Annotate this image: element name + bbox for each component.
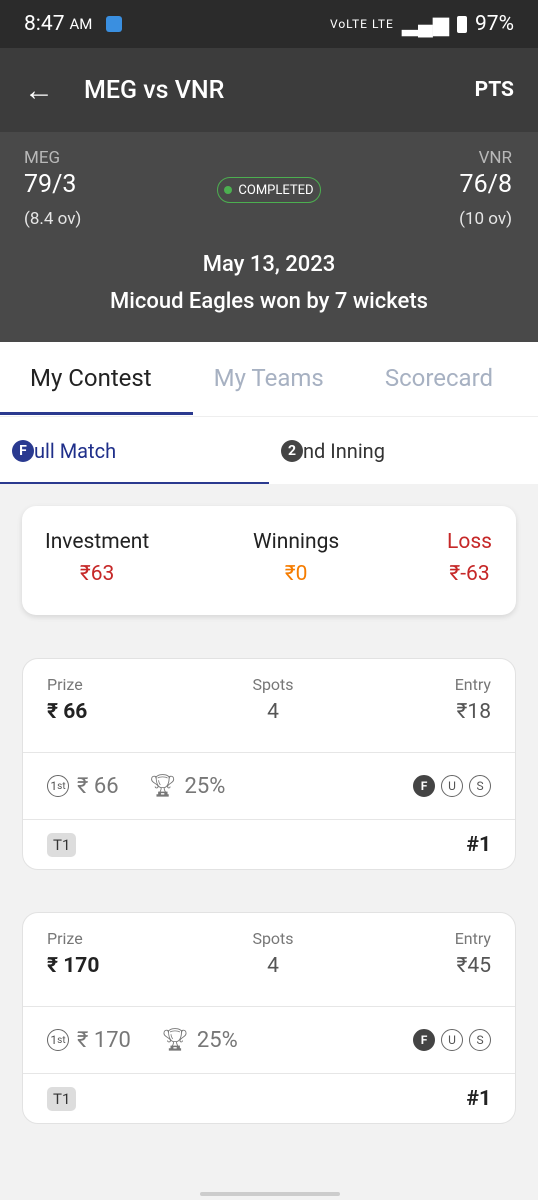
first-prize-icon: 1st: [47, 1029, 69, 1051]
team1-runs: 79/3: [24, 170, 77, 199]
app-bar: ← MEG vs VNR PTS: [0, 48, 538, 132]
single-entry-icon: S: [469, 775, 491, 797]
spots-value: 4: [267, 700, 279, 724]
app-notification-icon: [106, 16, 123, 32]
contest-details: 1st ₹ 170 🏆︎ 25% F U S: [23, 1006, 515, 1074]
match-result: Micoud Eagles won by 7 wickets: [110, 289, 428, 314]
clock-ampm: AM: [69, 15, 93, 33]
subtab-label: nd Inning: [303, 438, 385, 463]
team-badge: T1: [47, 1087, 77, 1111]
pts-button[interactable]: PTS: [475, 78, 514, 102]
first-prize-value: ₹ 66: [77, 773, 119, 799]
winners-percent: 25%: [184, 773, 226, 799]
match-scoreboard: MEG 79/3 (8.4 ov) VNR 76/8 (10 ov) COMPL…: [0, 132, 538, 342]
winners-percent: 25%: [196, 1027, 238, 1053]
team1-name: MEG: [24, 148, 61, 168]
entry-value: ₹45: [456, 954, 491, 978]
status-bar: 8:47 AM VoLTE LTE ▂▄▆ 97%: [0, 0, 538, 48]
trophy-icon: 🏆︎: [148, 773, 177, 799]
gesture-bar: [200, 1192, 340, 1196]
team2-name: VNR: [478, 148, 512, 168]
prize-value: ₹ 66: [47, 700, 88, 724]
flexible-alarm-icon: F: [413, 1029, 435, 1051]
spots: Spots 4: [243, 929, 303, 978]
investment-label: Investment: [45, 530, 150, 554]
battery-level: 97%: [475, 12, 514, 36]
prize: Prize ₹ 66: [47, 675, 87, 724]
clock: 8:47: [24, 12, 65, 36]
second-inning-alarm-icon: 2: [281, 439, 303, 462]
battery-icon: [457, 15, 467, 33]
tab-my-teams[interactable]: My Teams: [214, 342, 324, 416]
team-badge: T1: [47, 833, 77, 857]
joined-team-row: T1 #1: [23, 1075, 515, 1123]
tab-my-contest[interactable]: My Contest: [30, 342, 152, 416]
first-prize-icon: 1st: [47, 775, 69, 797]
team2-runs: 76/8: [459, 170, 512, 199]
entry-label: Entry: [454, 675, 491, 694]
innings-tabs: Full Match 2nd Inning: [0, 416, 538, 484]
single-entry-icon: S: [469, 1029, 491, 1051]
investment-value: ₹63: [79, 562, 115, 586]
winnings: Winnings ₹0: [253, 530, 339, 586]
entry: Entry ₹45: [455, 929, 491, 978]
spots-value: 4: [267, 954, 279, 978]
loss-label: Loss: [447, 530, 492, 554]
contest-card[interactable]: Prize ₹ 170 Spots 4 Entry ₹45 1st ₹ 170 🏆︎ 25…: [22, 912, 516, 1124]
contest-details: 1st ₹ 66 🏆︎ 25% F U S: [23, 752, 515, 820]
joined-team-row: T1 #1: [23, 821, 515, 869]
spots-label: Spots: [252, 929, 294, 948]
tab-scorecard[interactable]: Scorecard: [385, 342, 493, 416]
subtab-label: ull Match: [34, 438, 117, 463]
subtab-full-match[interactable]: Full Match: [0, 417, 269, 484]
flexible-alarm-icon: F: [413, 775, 435, 797]
spots: Spots 4: [243, 675, 303, 724]
status-text: COMPLETED: [238, 182, 314, 198]
active-subtab-indicator: [0, 482, 269, 484]
match-date: May 13, 2023: [202, 252, 336, 277]
team-rank: #1: [466, 1087, 492, 1111]
unlimited-icon: U: [441, 775, 463, 797]
back-arrow-icon[interactable]: ←: [24, 73, 84, 108]
prize-label: Prize: [47, 929, 83, 948]
network-indicator: VoLTE LTE: [329, 17, 394, 31]
team-rank: #1: [466, 833, 492, 857]
winnings-label: Winnings: [253, 530, 340, 554]
entry-label: Entry: [454, 929, 491, 948]
active-tab-indicator: [0, 412, 193, 415]
unlimited-icon: U: [441, 1029, 463, 1051]
loss-value: ₹-63: [449, 562, 490, 586]
trophy-icon: 🏆︎: [160, 1027, 189, 1053]
team2-score: VNR 76/8 (10 ov): [459, 148, 512, 229]
first-prize-value: ₹ 170: [77, 1027, 131, 1053]
team1-overs: (8.4 ov): [24, 209, 82, 229]
prize: Prize ₹ 170: [47, 929, 99, 978]
status-dot-icon: [224, 186, 233, 194]
signal-icon: ▂▄▆: [401, 12, 449, 37]
entry-value: ₹18: [456, 700, 491, 724]
team1-score: MEG 79/3 (8.4 ov): [24, 148, 81, 229]
page-title: MEG vs VNR: [84, 75, 225, 105]
prize-value: ₹ 170: [47, 954, 100, 978]
full-match-alarm-icon: F: [12, 439, 34, 462]
contest-card[interactable]: Prize ₹ 66 Spots 4 Entry ₹18 1st ₹ 66 🏆︎ 25% …: [22, 658, 516, 870]
subtab-2nd-inning[interactable]: 2nd Inning: [269, 417, 538, 484]
team2-overs: (10 ov): [459, 209, 512, 229]
prize-label: Prize: [47, 675, 83, 694]
status-badge: COMPLETED: [217, 177, 321, 203]
loss: Loss ₹-63: [447, 530, 492, 586]
winnings-value: ₹0: [284, 562, 308, 586]
main-tabs: My Contest My Teams Scorecard: [0, 342, 538, 416]
summary-card: Investment ₹63 Winnings ₹0 Loss ₹-63: [22, 506, 516, 615]
investment: Investment ₹63: [45, 530, 149, 586]
spots-label: Spots: [252, 675, 294, 694]
entry: Entry ₹18: [455, 675, 491, 724]
